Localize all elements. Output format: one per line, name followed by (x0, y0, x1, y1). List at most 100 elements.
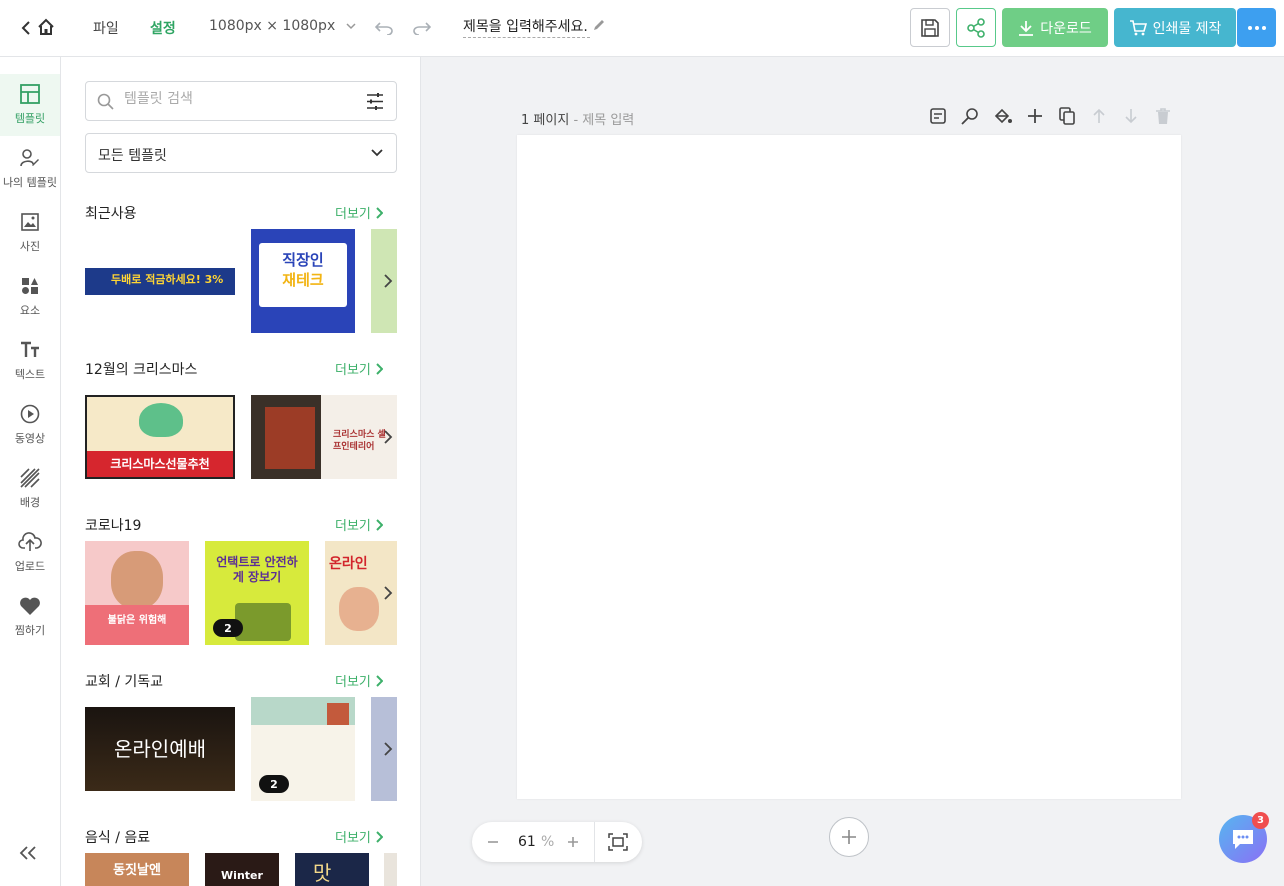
more-link-christmas[interactable]: 더보기 (335, 359, 383, 378)
canvas-size-select[interactable]: 1080px × 1080px (209, 18, 356, 34)
nav-templates[interactable]: 템플릿 (0, 74, 60, 136)
download-icon (1019, 20, 1034, 36)
nav-label: 찜하기 (14, 624, 46, 637)
chevron-right-icon (376, 362, 383, 375)
template-thumbnail[interactable]: 크리스마스 셀프인테리어 (251, 395, 397, 479)
text-icon (21, 341, 39, 357)
template-thumbnail[interactable]: 온라인예배 (85, 707, 235, 791)
template-thumbnail[interactable]: 불닭은 위험해 (85, 541, 189, 645)
fit-to-screen-icon[interactable] (608, 833, 628, 851)
thumbnail-text: 맛 (313, 861, 332, 885)
nav-photos[interactable]: 사진 (0, 202, 60, 264)
page-header: 1 페이지 - 제목 입력 (521, 109, 634, 128)
document-title[interactable]: 제목을 입력해주세요. (463, 16, 590, 38)
magic-wand-icon[interactable] (961, 107, 983, 129)
template-category-select[interactable]: 모든 템플릿 (85, 133, 397, 173)
nav-label: 템플릿 (14, 112, 46, 125)
more-link-food[interactable]: 더보기 (335, 827, 383, 846)
share-button[interactable] (956, 8, 996, 47)
nav-my-templates[interactable]: 나의 템플릿 (0, 138, 60, 200)
zoom-in-icon[interactable] (566, 834, 582, 850)
thumbnail-text: 온라인예배 (114, 737, 206, 761)
home-icon[interactable] (36, 17, 56, 37)
carousel-next-icon[interactable] (383, 429, 399, 449)
category-select-value: 모든 템플릿 (98, 148, 167, 164)
nav-label: 동영상 (14, 432, 46, 445)
add-page-button[interactable] (829, 817, 869, 857)
pencil-icon[interactable] (590, 16, 608, 34)
back-chevron-icon[interactable] (18, 18, 34, 38)
nav-elements[interactable]: 요소 (0, 266, 60, 328)
move-page-down-icon[interactable] (1122, 107, 1144, 129)
layout-icon (20, 84, 40, 104)
paint-bucket-icon[interactable] (993, 107, 1015, 129)
more-link-church[interactable]: 더보기 (335, 671, 383, 690)
menu-file[interactable]: 파일 (93, 18, 119, 38)
section-title-food: 음식 / 음료 (85, 830, 151, 846)
more-link-recent[interactable]: 더보기 (335, 203, 383, 222)
template-thumbnail[interactable]: 직장인 재테크 (251, 229, 355, 333)
template-thumbnail[interactable]: 크리스마스선물추천 (85, 395, 235, 479)
save-button[interactable] (910, 8, 950, 47)
more-link-corona[interactable]: 더보기 (335, 515, 383, 534)
template-thumbnail[interactable]: 맛 (295, 853, 369, 886)
page-note-icon[interactable] (929, 107, 951, 129)
page-count-badge: 2 (213, 619, 243, 637)
thumbnail-text: 언택트로 안전하게 장보기 (216, 555, 298, 584)
chevron-right-icon (376, 674, 383, 687)
thumbnail-text: 재테크 (282, 271, 324, 289)
nav-label: 요소 (19, 304, 41, 317)
template-thumbnail[interactable] (384, 853, 397, 886)
cart-icon (1129, 19, 1147, 35)
duplicate-page-icon[interactable] (1058, 107, 1080, 129)
more-link-label: 더보기 (335, 831, 371, 846)
page-title-input[interactable]: - 제목 입력 (573, 113, 634, 128)
more-link-label: 더보기 (335, 363, 371, 378)
menu-settings[interactable]: 설정 (150, 18, 176, 38)
chat-notification-badge: 3 (1252, 812, 1269, 829)
top-toolbar: 파일 설정 1080px × 1080px 제목을 입력해주세요. 다운로드 인… (0, 0, 1284, 57)
nav-label: 나의 템플릿 (2, 176, 58, 189)
filter-sliders-icon[interactable] (366, 93, 384, 110)
zoom-control: 61 % (472, 822, 642, 862)
redo-icon[interactable] (411, 17, 433, 39)
chevron-right-icon (376, 206, 383, 219)
design-page-canvas[interactable] (517, 135, 1181, 799)
download-label: 다운로드 (1040, 20, 1092, 37)
template-thumbnail[interactable]: 두배로 적금하세요! 3% (85, 268, 235, 295)
template-search-input[interactable] (124, 91, 354, 107)
section-title-christmas: 12월의 크리스마스 (85, 362, 198, 378)
play-icon (20, 404, 40, 424)
more-dots-icon (1247, 25, 1266, 30)
thumbnail-text: 불닭은 위험해 (107, 615, 167, 626)
nav-label: 업로드 (14, 560, 46, 573)
collapse-panel-icon[interactable] (19, 845, 37, 864)
zoom-value[interactable]: 61 (518, 834, 536, 850)
carousel-next-icon[interactable] (383, 585, 399, 605)
template-thumbnail[interactable]: Winter (205, 853, 279, 886)
more-link-label: 더보기 (335, 519, 371, 534)
chevron-right-icon (376, 518, 383, 531)
download-button[interactable]: 다운로드 (1002, 8, 1108, 47)
template-thumbnail[interactable]: 동짓날엔 (85, 853, 189, 886)
nav-label: 텍스트 (14, 368, 46, 381)
nav-upload[interactable]: 업로드 (0, 522, 60, 584)
more-link-label: 더보기 (335, 675, 371, 690)
canvas-size-value: 1080px × 1080px (209, 18, 336, 34)
print-order-button[interactable]: 인쇄물 제작 (1114, 8, 1236, 47)
nav-background[interactable]: 배경 (0, 458, 60, 520)
zoom-divider (594, 822, 595, 862)
share-icon (967, 17, 985, 38)
delete-page-icon[interactable] (1154, 107, 1176, 129)
zoom-out-icon[interactable] (486, 834, 502, 850)
more-options-button[interactable] (1237, 8, 1276, 47)
nav-text[interactable]: 텍스트 (0, 330, 60, 392)
undo-icon[interactable] (373, 17, 395, 39)
carousel-next-icon[interactable] (383, 741, 399, 761)
add-element-icon[interactable] (1026, 107, 1048, 129)
move-page-up-icon[interactable] (1090, 107, 1112, 129)
carousel-next-icon[interactable] (383, 273, 399, 293)
nav-favorites[interactable]: 찜하기 (0, 586, 60, 648)
nav-video[interactable]: 동영상 (0, 394, 60, 456)
image-icon (21, 213, 39, 231)
